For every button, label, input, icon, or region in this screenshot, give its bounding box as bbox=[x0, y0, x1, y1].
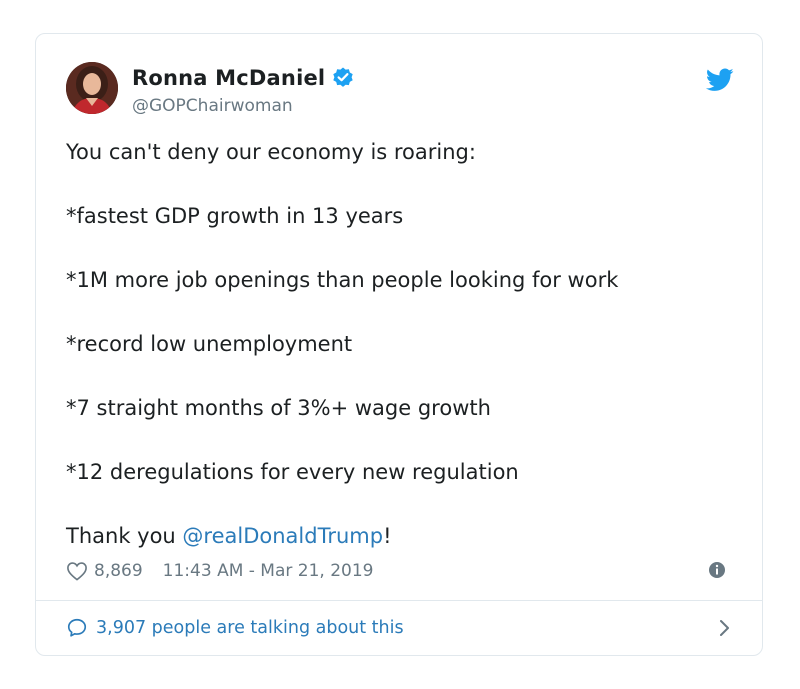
info-icon[interactable] bbox=[708, 561, 726, 579]
tweet-line: *1M more job openings than people lookin… bbox=[66, 268, 619, 292]
closing-suffix: ! bbox=[383, 524, 392, 548]
tweet-line: *12 deregulations for every new regulati… bbox=[66, 460, 519, 484]
closing-prefix: Thank you bbox=[66, 524, 183, 548]
tweet-timestamp[interactable]: 11:43 AM - Mar 21, 2019 bbox=[163, 561, 374, 581]
tweet-card[interactable]: Ronna McDaniel @GOPChairwoman You can't … bbox=[35, 33, 763, 656]
author-handle[interactable]: @GOPChairwoman bbox=[132, 96, 293, 116]
verified-badge-icon bbox=[333, 67, 354, 87]
mention-link[interactable]: @realDonaldTrump bbox=[182, 524, 383, 548]
tweet-line: *7 straight months of 3%+ wage growth bbox=[66, 396, 491, 420]
twitter-bird-icon[interactable] bbox=[706, 68, 734, 92]
tweet-meta: 8,869 11:43 AM - Mar 21, 2019 bbox=[66, 558, 732, 584]
author-name-line: Ronna McDaniel bbox=[132, 66, 355, 90]
tweet-line: You can't deny our economy is roaring: bbox=[66, 140, 476, 164]
tweet-text: You can't deny our economy is roaring: *… bbox=[66, 136, 732, 552]
tweet-line: *record low unemployment bbox=[66, 332, 353, 356]
avatar[interactable] bbox=[66, 62, 118, 114]
conversation-text[interactable]: 3,907 people are talking about this bbox=[96, 618, 404, 638]
tweet-closing-line: Thank you @realDonaldTrump! bbox=[66, 520, 732, 552]
author-display-name[interactable]: Ronna McDaniel bbox=[132, 66, 325, 90]
conversation-link[interactable]: 3,907 people are talking about this bbox=[66, 612, 732, 644]
tweet-line: *fastest GDP growth in 13 years bbox=[66, 204, 404, 228]
tweet-header: Ronna McDaniel @GOPChairwoman bbox=[66, 62, 734, 118]
speech-bubble-icon bbox=[67, 618, 87, 637]
divider bbox=[36, 600, 762, 601]
chevron-right-icon[interactable] bbox=[716, 618, 732, 638]
avatar-image bbox=[66, 62, 118, 114]
like-count[interactable]: 8,869 bbox=[94, 561, 143, 581]
heart-icon[interactable] bbox=[66, 561, 88, 581]
